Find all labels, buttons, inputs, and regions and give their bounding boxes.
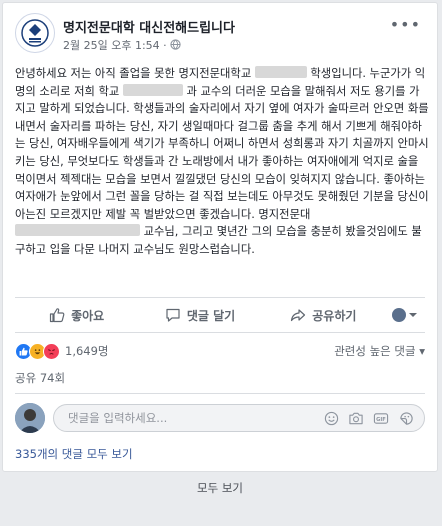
user-avatar-small <box>392 308 407 322</box>
post-text-part: 안녕하세요 저는 아직 졸업을 못한 명지전문대학교 <box>15 67 255 80</box>
university-logo-icon <box>21 19 49 47</box>
redaction-block <box>254 66 307 78</box>
like-label: 좋아요 <box>71 308 105 323</box>
comment-label: 댓글 달기 <box>186 308 236 323</box>
svg-text:GIF: GIF <box>376 416 386 422</box>
chevron-down-icon <box>409 313 418 317</box>
post-timestamp[interactable]: 2월 25일 오후 1:54 <box>63 39 160 52</box>
like-button[interactable]: 좋아요 <box>15 307 138 324</box>
comment-sort-dropdown[interactable]: 관련성 높은 댓글 ▾ <box>334 343 425 359</box>
share-count[interactable]: 공유 74회 <box>15 367 425 394</box>
post-body: 안녕하세요 저는 아직 졸업을 못한 명지전문대학교 학생입니다. 누군가가 익… <box>15 65 429 259</box>
chevron-down-icon: ▾ <box>419 344 425 358</box>
comment-tools: GIF <box>323 410 414 426</box>
share-arrow-icon <box>291 309 306 322</box>
sort-label: 관련성 높은 댓글 <box>334 344 416 358</box>
view-all-comments-link[interactable]: 335개의 댓글 모두 보기 <box>15 446 133 462</box>
action-bar: 좋아요 댓글 달기 공유하기 <box>15 297 425 333</box>
comment-icon <box>166 308 180 322</box>
comment-input-box: GIF <box>53 404 425 432</box>
share-label: 공유하기 <box>312 308 357 323</box>
sticker-icon[interactable] <box>398 410 414 426</box>
angry-reaction-icon <box>43 342 60 360</box>
more-options-icon[interactable]: ••• <box>390 15 421 34</box>
thumbs-up-icon <box>49 308 65 323</box>
redaction-block <box>15 224 140 237</box>
page-name[interactable]: 명지전문대학 대신전해드립니다 <box>63 17 235 36</box>
comment-input[interactable] <box>66 410 290 426</box>
post-text-part: 과 교수의 더러운 모습을 말해줘서 저도 용기를 가지고 말하게 되었습니다.… <box>15 84 429 221</box>
share-as-selector[interactable] <box>385 308 425 322</box>
share-button[interactable]: 공유하기 <box>262 307 385 324</box>
post-header: 명지전문대학 대신전해드립니다 2월 25일 오후 1:54 · ••• <box>15 13 425 57</box>
reactions-summary[interactable]: 1,649명 관련성 높은 댓글 ▾ <box>15 341 425 361</box>
page-avatar[interactable] <box>15 13 55 53</box>
emoji-icon[interactable] <box>323 410 339 426</box>
globe-icon[interactable] <box>170 39 181 50</box>
meta-separator: · <box>163 39 167 52</box>
redaction-block <box>122 83 183 96</box>
comment-composer: GIF <box>15 401 425 437</box>
user-photo-icon <box>15 403 45 433</box>
reaction-count[interactable]: 1,649명 <box>65 343 109 359</box>
post-meta: 2월 25일 오후 1:54 · <box>63 37 181 53</box>
gif-icon[interactable]: GIF <box>373 410 389 426</box>
camera-icon[interactable] <box>348 410 364 426</box>
post-card: 명지전문대학 대신전해드립니다 2월 25일 오후 1:54 · ••• 안녕하… <box>2 2 438 472</box>
comment-button[interactable]: 댓글 달기 <box>138 307 261 324</box>
see-all-link[interactable]: 모두 보기 <box>2 480 438 496</box>
commenter-avatar[interactable] <box>15 403 45 433</box>
